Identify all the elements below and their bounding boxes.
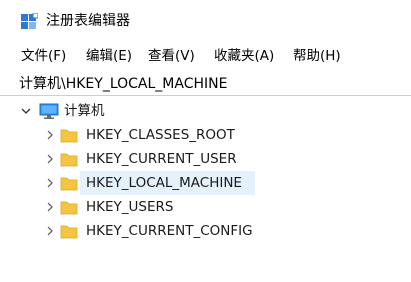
tree-item-hkey-current-config[interactable]: HKEY_CURRENT_CONFIG: [0, 219, 411, 243]
registry-editor-icon: [21, 13, 38, 29]
chevron-right-icon[interactable]: [44, 177, 56, 189]
menu-help[interactable]: 帮助(H): [293, 44, 341, 68]
tree-item-label: HKEY_LOCAL_MACHINE: [86, 175, 242, 191]
title-bar: 注册表编辑器: [0, 0, 411, 40]
chevron-right-icon[interactable]: [44, 225, 56, 237]
address-bar[interactable]: 计算机\HKEY_LOCAL_MACHINE: [0, 72, 411, 96]
tree-item-label: HKEY_CURRENT_USER: [86, 151, 237, 167]
tree-item-label: HKEY_USERS: [86, 199, 174, 215]
folder-icon: [60, 129, 78, 143]
tree-item-hkey-current-user[interactable]: HKEY_CURRENT_USER: [0, 147, 411, 171]
chevron-down-icon[interactable]: [20, 105, 32, 117]
folder-icon: [60, 153, 78, 167]
address-path[interactable]: 计算机\HKEY_LOCAL_MACHINE: [19, 72, 227, 96]
menu-bar: 文件(F) 编辑(E) 查看(V) 收藏夹(A) 帮助(H): [0, 44, 411, 68]
tree-item-label: HKEY_CURRENT_CONFIG: [86, 223, 253, 239]
folder-icon: [60, 201, 78, 215]
tree-root-computer[interactable]: 计算机: [0, 99, 411, 123]
tree-root-label: 计算机: [64, 103, 105, 119]
tree-item-hkey-classes-root[interactable]: HKEY_CLASSES_ROOT: [0, 123, 411, 147]
chevron-right-icon[interactable]: [44, 153, 56, 165]
tree-item-hkey-local-machine[interactable]: HKEY_LOCAL_MACHINE: [0, 171, 411, 195]
chevron-right-icon[interactable]: [44, 129, 56, 141]
menu-edit[interactable]: 编辑(E): [86, 44, 132, 68]
chevron-right-icon[interactable]: [44, 201, 56, 213]
tree-item-hkey-users[interactable]: HKEY_USERS: [0, 195, 411, 219]
tree-item-label: HKEY_CLASSES_ROOT: [86, 127, 235, 143]
computer-icon: [39, 103, 59, 119]
menu-file[interactable]: 文件(F): [21, 44, 66, 68]
folder-icon: [60, 177, 78, 191]
menu-view[interactable]: 查看(V): [148, 44, 195, 68]
menu-favorites[interactable]: 收藏夹(A): [214, 44, 274, 68]
registry-tree: 计算机 HKEY_CLASSES_ROOT HKEY_CURRENT_USER …: [0, 97, 411, 282]
folder-icon: [60, 225, 78, 239]
window-title: 注册表编辑器: [46, 13, 130, 29]
